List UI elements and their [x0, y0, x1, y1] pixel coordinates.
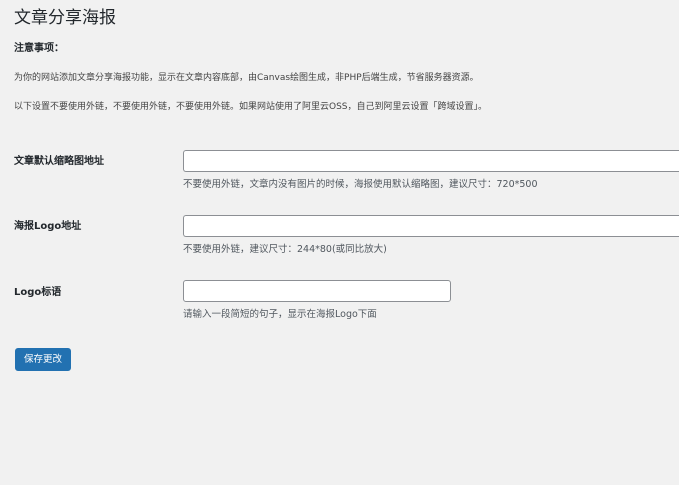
notice-line-external-links: 以下设置不要使用外链，不要使用外链，不要使用外链。如果网站使用了阿里云OSS，自… — [14, 102, 488, 112]
notice-line-canvas: 为你的网站添加文章分享海报功能，显示在文章内容底部，由Canvas绘图生成，非P… — [14, 73, 479, 83]
save-changes-button[interactable]: 保存更改 — [15, 348, 72, 371]
default-thumbnail-input[interactable] — [183, 150, 679, 172]
poster-logo-description: 不要使用外链，建议尺寸：244*80(或同比放大) — [183, 244, 387, 255]
logo-slogan-input[interactable] — [183, 280, 451, 302]
default-thumbnail-description: 不要使用外链，文章内没有图片的时候，海报使用默认缩略图，建议尺寸：720*500 — [183, 179, 538, 190]
poster-logo-input[interactable] — [183, 215, 679, 237]
page-title: 文章分享海报 — [14, 8, 116, 28]
logo-slogan-label: Logo标语 — [14, 287, 62, 298]
notice-heading: 注意事项： — [14, 43, 64, 54]
default-thumbnail-label: 文章默认缩略图地址 — [14, 156, 104, 167]
poster-logo-label: 海报Logo地址 — [14, 221, 82, 232]
logo-slogan-description: 请输入一段简短的句子，显示在海报Logo下面 — [183, 309, 377, 320]
